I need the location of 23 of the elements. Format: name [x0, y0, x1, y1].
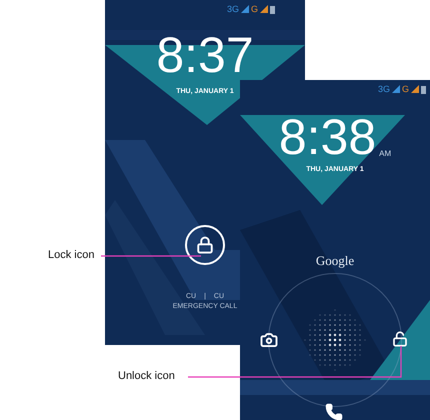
camera-icon[interactable]	[260, 331, 278, 349]
network-type: 3G	[226, 4, 239, 14]
lock-button[interactable]	[185, 225, 225, 265]
unlock-ring[interactable]	[268, 273, 402, 407]
clock-time: 8:38	[278, 112, 376, 162]
callout-label: Lock icon	[48, 249, 94, 261]
network-type: G	[402, 84, 409, 94]
brand-text: Google	[316, 253, 354, 269]
dot-pattern-icon	[303, 308, 367, 372]
network-type: 3G	[378, 84, 390, 94]
battery-icon	[421, 84, 426, 94]
signal-icon	[260, 5, 268, 13]
callout-label: Unlock icon	[118, 370, 175, 382]
am-pm-text: AM	[379, 149, 392, 158]
battery-icon	[270, 4, 275, 14]
signal-icon	[240, 5, 249, 13]
unlock-icon[interactable]	[392, 331, 408, 347]
lock-icon	[196, 236, 214, 254]
signal-icon	[392, 85, 400, 93]
clock-time: 8:37	[156, 30, 254, 80]
signal-icon	[411, 85, 419, 93]
phone-icon[interactable]	[325, 403, 343, 420]
network-type: G	[250, 4, 258, 14]
